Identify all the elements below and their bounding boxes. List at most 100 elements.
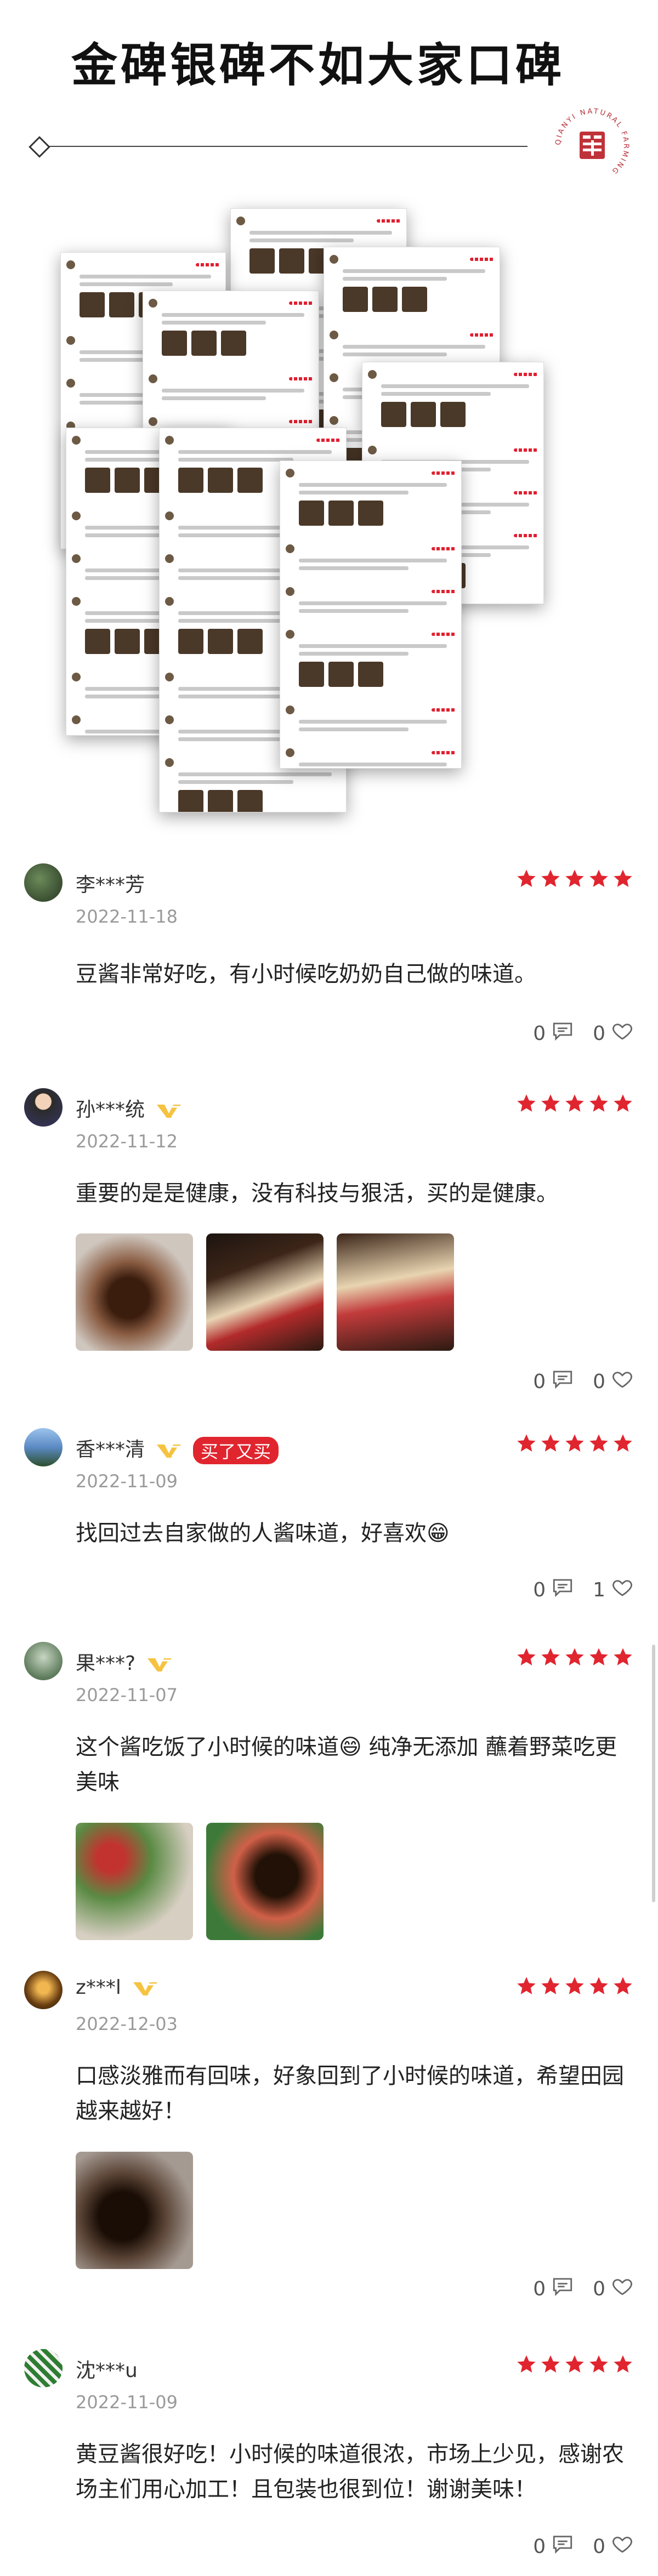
star-icon [515,1646,537,1668]
rating-stars [515,1432,634,1454]
like-count: 0 [593,1371,605,1393]
review-screenshot-card [280,460,462,769]
review-actions: 00 [533,1368,634,1396]
review-text: 口感淡雅而有回味，好象回到了小时候的味道，希望田园越来越好！ [76,2063,624,2124]
star-icon [540,1093,561,1114]
comment-icon [551,1576,574,1604]
star-icon [540,1975,561,1997]
reviewer-name-text: 沈***u [76,2359,138,2382]
review-actions: 01 [533,1576,634,1604]
star-icon [540,1646,561,1668]
avatar[interactable] [24,863,63,902]
review-date: 2022-11-18 [76,906,178,927]
review-date: 2022-11-07 [76,1685,178,1705]
review-photo[interactable] [76,1823,193,1940]
reviewer-name: z***l [76,1976,160,1999]
star-icon [564,868,586,890]
star-icon [612,1646,634,1668]
review-photo[interactable] [337,1233,454,1351]
star-icon [588,1093,610,1114]
vip-badge-icon [145,1655,174,1674]
review-actions: 00 [533,1020,634,1048]
like-count: 0 [593,2278,605,2300]
star-icon [515,868,537,890]
star-icon [564,1093,586,1114]
like-button[interactable]: 0 [593,1020,634,1048]
avatar[interactable] [24,1428,63,1466]
star-icon [540,1432,561,1454]
like-button[interactable]: 0 [593,2533,634,2561]
rating-stars [515,1975,634,1997]
comment-icon [551,1368,574,1396]
star-icon [612,2353,634,2375]
star-icon [612,1975,634,1997]
avatar[interactable] [24,2349,63,2387]
heart-icon [611,1020,634,1048]
rating-stars [515,868,634,890]
review-date: 2022-12-03 [76,2014,178,2034]
star-icon [515,1093,537,1114]
review-text: 这个酱吃饭了小时候的味道😄 纯净无添加 蘸着野菜吃更美味 [76,1735,617,1795]
like-count: 1 [593,1579,605,1601]
avatar[interactable] [24,1642,63,1680]
review-photos [76,2152,193,2269]
star-icon [515,1975,537,1997]
vip-badge-icon [131,1979,160,1998]
avatar[interactable] [24,1971,63,2009]
reviewer-name: 香***清 买了又买 [76,1434,279,1464]
comment-button[interactable]: 0 [533,1576,574,1604]
reviewer-name: 李***芳 [76,869,145,897]
comment-button[interactable]: 0 [533,1020,574,1048]
brand-seal-logo: QIANYI NATURAL FARMING [551,104,633,186]
star-icon [564,1646,586,1668]
heart-icon [611,1368,634,1396]
rating-stars [515,2353,634,2375]
review-actions: 00 [533,2533,634,2561]
comment-count: 0 [533,1371,546,1393]
heart-icon [611,2275,634,2303]
page-title: 金碑银碑不如大家口碑 [71,38,565,92]
like-count: 0 [593,2535,605,2558]
heart-icon [611,1576,634,1604]
star-icon [588,868,610,890]
heart-icon [611,2533,634,2561]
star-icon [612,1432,634,1454]
review-text: 黄豆酱很好吃！小时候的味道很浓，市场上少见，感谢农场主们用心加工！且包装也很到位… [76,2442,624,2502]
reviewer-name-text: 孙***统 [76,1099,145,1121]
like-button[interactable]: 0 [593,1368,634,1396]
review-actions: 00 [533,2275,634,2303]
star-icon [588,1432,610,1454]
comment-icon [551,2275,574,2303]
like-count: 0 [593,1022,605,1045]
review-text: 豆酱非常好吃，有小时候吃奶奶自己做的味道。 [76,962,536,987]
star-icon [588,1646,610,1668]
reviewer-name-text: 李***芳 [76,874,145,896]
comment-button[interactable]: 0 [533,2533,574,2561]
review-photos [76,1823,324,1940]
header-divider [34,146,527,147]
scrollbar[interactable] [652,1645,655,1902]
rating-stars [515,1646,634,1668]
like-button[interactable]: 0 [593,2275,634,2303]
comment-button[interactable]: 0 [533,2275,574,2303]
comment-count: 0 [533,2535,546,2558]
review-photo[interactable] [206,1233,324,1351]
like-button[interactable]: 1 [593,1576,634,1604]
reviewer-name: 果***? [76,1647,174,1676]
star-icon [564,2353,586,2375]
review-photos [76,1233,454,1351]
star-icon [515,1432,537,1454]
avatar[interactable] [24,1088,63,1127]
star-icon [564,1432,586,1454]
review-photo[interactable] [76,2152,193,2269]
review-photo[interactable] [206,1823,324,1940]
repurchase-badge: 买了又买 [193,1437,279,1464]
review-date: 2022-11-09 [76,2392,178,2413]
review-photo[interactable] [76,1233,193,1351]
review-date: 2022-11-09 [76,1471,178,1492]
star-icon [540,2353,561,2375]
comment-button[interactable]: 0 [533,1368,574,1396]
reviewer-name: 沈***u [76,2355,138,2383]
reviewer-name: 孙***统 [76,1094,183,1122]
star-icon [564,1975,586,1997]
